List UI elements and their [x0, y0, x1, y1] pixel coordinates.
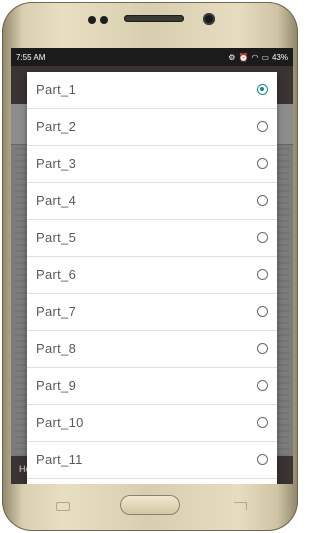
battery-icon: ▭ — [261, 52, 269, 62]
option-label: Part_10 — [36, 415, 84, 430]
option-label: Part_5 — [36, 230, 77, 245]
option-item[interactable]: Part_7 — [27, 294, 277, 331]
option-item[interactable]: Part_8 — [27, 331, 277, 368]
option-item[interactable]: Part_3 — [27, 146, 277, 183]
option-item[interactable]: Part_4 — [27, 183, 277, 220]
recent-apps-key[interactable] — [56, 502, 70, 511]
notification-icon: ⚙ — [228, 52, 236, 62]
option-label: Part_1 — [36, 82, 77, 97]
radio-unselected-icon[interactable] — [257, 306, 268, 317]
option-label: Part_7 — [36, 304, 77, 319]
status-icons: ⚙ ⏰ ◠ ▭ 43% — [228, 53, 288, 62]
radio-unselected-icon[interactable] — [257, 158, 268, 169]
option-label: Part_3 — [36, 156, 77, 171]
option-label: Part_4 — [36, 193, 77, 208]
option-item[interactable]: Part_11 — [27, 442, 277, 479]
option-label: Part_11 — [36, 452, 83, 467]
option-label: Part_8 — [36, 341, 77, 356]
radio-selected-icon[interactable] — [257, 84, 268, 95]
radio-unselected-icon[interactable] — [257, 269, 268, 280]
radio-unselected-icon[interactable] — [257, 417, 268, 428]
wifi-icon: ◠ — [251, 52, 259, 62]
option-item[interactable]: Part_5 — [27, 220, 277, 257]
back-key[interactable] — [234, 502, 247, 510]
earpiece-speaker — [124, 15, 184, 22]
radio-unselected-icon[interactable] — [257, 343, 268, 354]
option-item[interactable]: Part_2 — [27, 109, 277, 146]
status-time: 7:55 AM — [16, 52, 46, 62]
option-list: Part_1 Part_2 Part_3 Part_4 Part_5 Part_6 Part… — [27, 72, 277, 479]
sensor-dot — [100, 16, 108, 24]
battery-level: 43% — [271, 52, 288, 62]
option-label: Part_6 — [36, 267, 77, 282]
home-button[interactable] — [120, 495, 180, 515]
radio-unselected-icon[interactable] — [257, 121, 268, 132]
top-bezel — [2, 2, 298, 50]
option-label: Part_2 — [36, 119, 77, 134]
radio-unselected-icon[interactable] — [257, 380, 268, 391]
option-item[interactable]: Part_9 — [27, 368, 277, 405]
phone-frame: 7:55 AM ⚙ ⏰ ◠ ▭ 43% Home Part_1Part_2Par… — [2, 2, 298, 531]
status-bar: 7:55 AM ⚙ ⏰ ◠ ▭ 43% — [11, 48, 293, 66]
option-item[interactable]: Part_10 — [27, 405, 277, 442]
sensor-dot — [88, 16, 96, 24]
alarm-icon: ⏰ — [238, 52, 249, 62]
radio-unselected-icon[interactable] — [257, 232, 268, 243]
screen: 7:55 AM ⚙ ⏰ ◠ ▭ 43% Home Part_1Part_2Par… — [11, 48, 293, 484]
option-item[interactable]: Part_6 — [27, 257, 277, 294]
front-camera — [203, 13, 215, 25]
option-item[interactable]: Part_1 — [27, 72, 277, 109]
option-label: Part_9 — [36, 378, 77, 393]
part-selection-dialog: Part_1 Part_2 Part_3 Part_4 Part_5 Part_6 Part… — [27, 72, 277, 484]
radio-unselected-icon[interactable] — [257, 454, 268, 465]
radio-unselected-icon[interactable] — [257, 195, 268, 206]
